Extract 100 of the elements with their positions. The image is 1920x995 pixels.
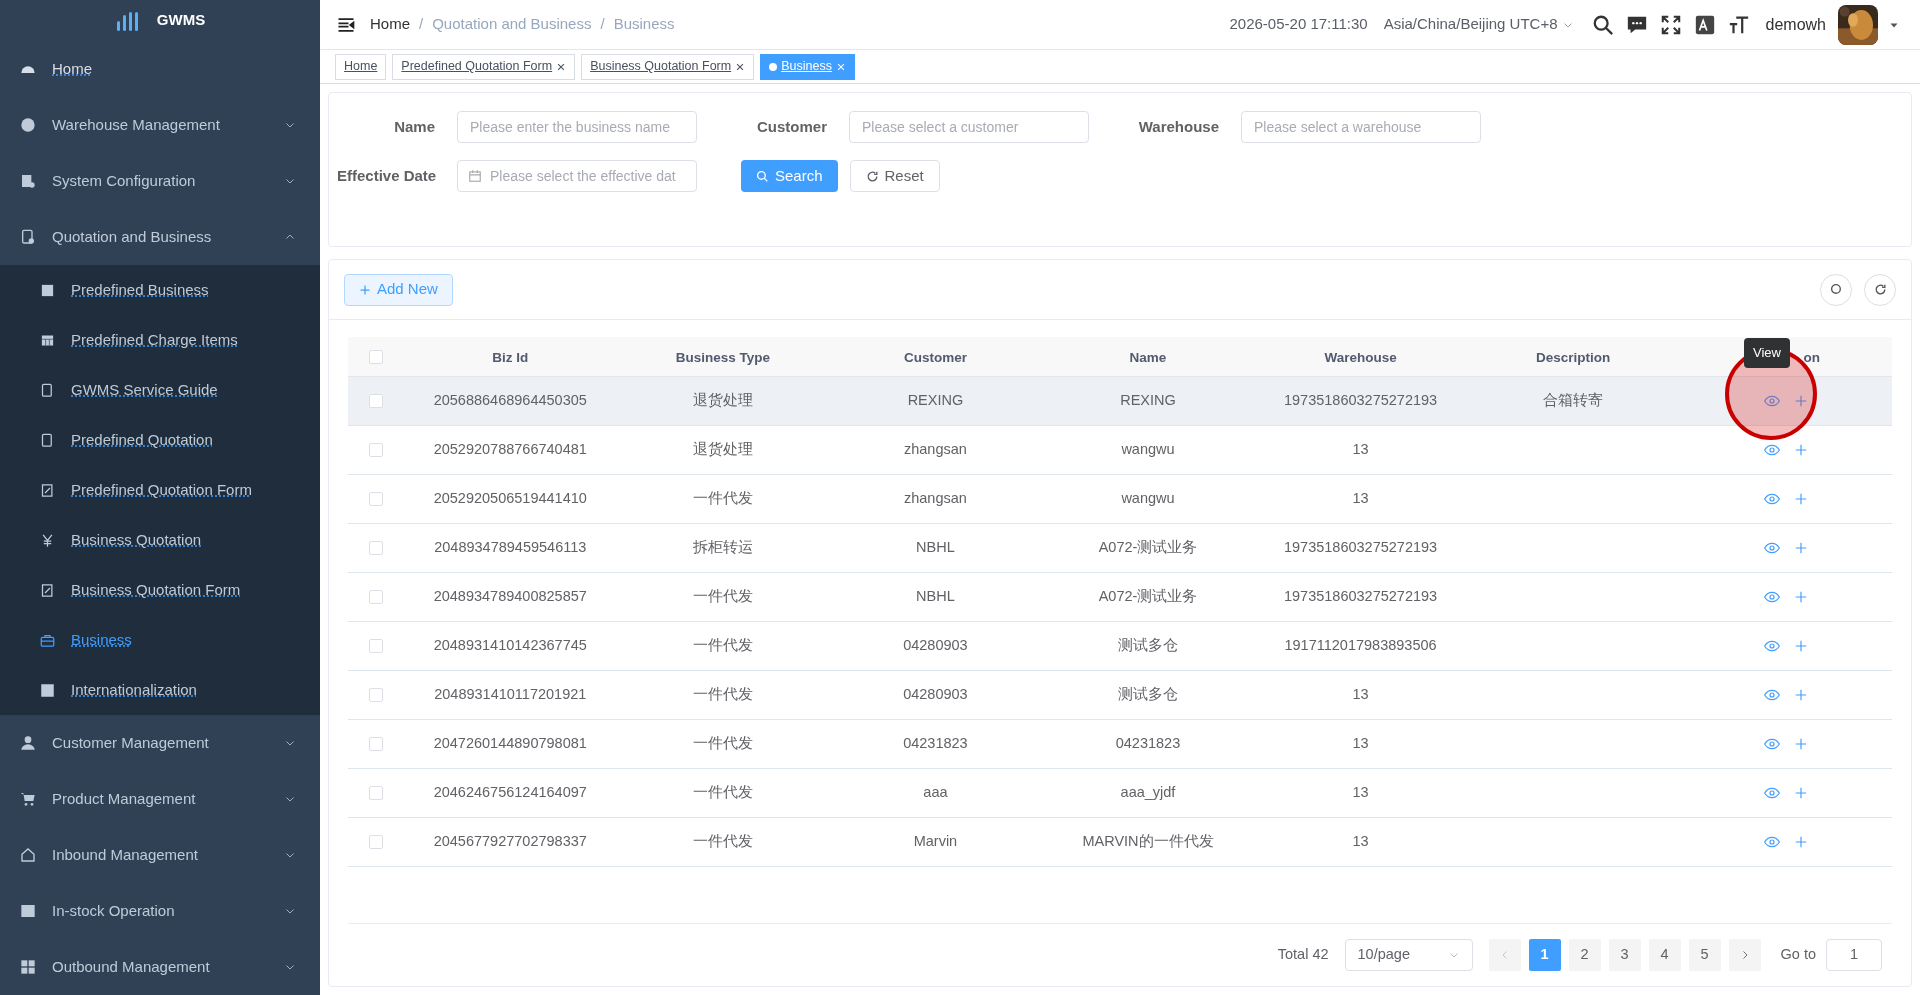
submenu-item[interactable]: Business Quotation Form: [0, 565, 320, 615]
plus-icon[interactable]: [1793, 835, 1808, 849]
table-cell-text: 13: [1351, 734, 1370, 754]
eye-icon[interactable]: [1763, 491, 1780, 507]
tab[interactable]: Business Quotation Form: [581, 53, 755, 80]
table-cell-text: 合箱转寄: [1542, 391, 1605, 411]
eye-icon[interactable]: [1763, 785, 1780, 801]
close-icon[interactable]: [556, 61, 567, 72]
plus-icon[interactable]: [1793, 737, 1808, 751]
page-button[interactable]: 4: [1648, 939, 1681, 971]
table-cell-text: wangwu: [1120, 440, 1176, 460]
submenu-item[interactable]: Predefined Charge Items: [0, 315, 320, 365]
eye-icon[interactable]: [1763, 834, 1780, 850]
table-cell-text: 退货处理: [691, 440, 754, 460]
table-cell-text: MARVIN的一件代发: [1081, 832, 1215, 852]
plus-icon[interactable]: [1793, 394, 1808, 408]
column-header: Description: [1536, 349, 1611, 365]
briefcase-icon: [40, 632, 55, 648]
plus-icon[interactable]: [1793, 492, 1808, 506]
eye-icon[interactable]: [1763, 638, 1780, 654]
fullscreen-icon[interactable]: [1659, 13, 1682, 36]
checkbox[interactable]: [369, 349, 383, 364]
table-cell-text: 2048934789400825857: [432, 587, 588, 607]
next-page-button[interactable]: [1728, 939, 1761, 971]
plus-icon[interactable]: [1793, 786, 1808, 800]
table-cell-text: 一件代发: [691, 734, 754, 754]
table-cell-text: 13: [1351, 440, 1370, 460]
checkbox[interactable]: [369, 394, 383, 408]
table-cell-text: NBHL: [915, 538, 956, 558]
eye-icon[interactable]: [1763, 393, 1780, 409]
table-cell-text: 2046246756124164097: [432, 783, 588, 803]
table-cell-text: 一件代发: [691, 636, 754, 656]
eye-icon[interactable]: [1763, 736, 1780, 752]
column-header: Name: [1129, 349, 1167, 365]
tab[interactable]: Home: [335, 53, 387, 80]
table-cell-text: 04280903: [902, 685, 969, 705]
field-label: Name: [393, 116, 436, 137]
table-cell-text: zhangsan: [902, 489, 968, 509]
table-cell-text: 一件代发: [691, 587, 754, 607]
checkbox[interactable]: [369, 786, 383, 800]
reset-button[interactable]: Reset: [849, 160, 940, 192]
sidebar-item[interactable]: Customer Management: [0, 715, 320, 771]
username: demowh: [1765, 14, 1826, 35]
input-field[interactable]: Please select a customer: [849, 111, 1089, 143]
checkbox[interactable]: [369, 688, 383, 702]
document-icon: [40, 432, 55, 448]
page-button[interactable]: 2: [1568, 939, 1601, 971]
eye-icon[interactable]: [1763, 687, 1780, 703]
table-cell-text: 13: [1351, 783, 1370, 803]
eye-icon[interactable]: [1763, 442, 1780, 458]
close-icon[interactable]: [735, 61, 746, 72]
sidebar-item[interactable]: Quotation and Business: [0, 209, 320, 265]
submenu-item[interactable]: Predefined Quotation Form: [0, 465, 320, 515]
submenu-item[interactable]: GWMS Service Guide: [0, 365, 320, 415]
tab[interactable]: Predefined Quotation Form: [392, 53, 576, 80]
eye-icon[interactable]: [1763, 589, 1780, 605]
plus-icon[interactable]: [1793, 443, 1808, 457]
checkbox[interactable]: [369, 835, 383, 849]
plus-icon[interactable]: [1793, 590, 1808, 604]
sidebar-item[interactable]: Home: [0, 41, 320, 97]
breadcrumb-link[interactable]: Home: [370, 13, 410, 36]
table-cell-text: 测试多仓: [1117, 685, 1179, 705]
checkbox[interactable]: [369, 737, 383, 751]
sidebar-item[interactable]: In-stock Operation: [0, 883, 320, 939]
timezone-select[interactable]: Asia/China/Beijing UTC+8: [1383, 13, 1574, 36]
submenu-item[interactable]: Business Quotation: [0, 515, 320, 565]
date-field[interactable]: Please select the effective dat: [457, 160, 697, 192]
edit-icon: [40, 582, 55, 598]
eye-icon[interactable]: [1763, 540, 1780, 556]
input-field[interactable]: Please select a warehouse: [1241, 111, 1481, 143]
field-label: Warehouse: [1137, 116, 1220, 137]
submenu-item[interactable]: Internationalization: [0, 665, 320, 715]
sidebar-item[interactable]: Warehouse Management: [0, 97, 320, 153]
page-button[interactable]: 3: [1608, 939, 1641, 971]
checkbox[interactable]: [369, 639, 383, 653]
input-field[interactable]: Please enter the business name: [457, 111, 697, 143]
sidebar-item[interactable]: Outbound Management: [0, 939, 320, 995]
submenu-item[interactable]: Predefined Quotation: [0, 415, 320, 465]
table-cell-text: 04231823: [1114, 734, 1182, 754]
table-cell-text: A072-测试业务: [1097, 587, 1199, 607]
checkbox[interactable]: [369, 541, 383, 555]
checkbox[interactable]: [369, 443, 383, 457]
plus-icon[interactable]: [1793, 688, 1808, 702]
submenu-item[interactable]: Predefined Business: [0, 265, 320, 315]
page-button[interactable]: 5: [1688, 939, 1721, 971]
sidebar-item[interactable]: Inbound Management: [0, 827, 320, 883]
refresh-icon: [1873, 283, 1887, 296]
checkbox[interactable]: [369, 492, 383, 506]
sidebar-item[interactable]: Product Management: [0, 771, 320, 827]
table-cell-text: 2056886468964450305: [432, 391, 588, 411]
sidebar-item[interactable]: System Configuration: [0, 153, 320, 209]
plus-icon[interactable]: [1793, 639, 1808, 653]
plus-icon[interactable]: [1793, 541, 1808, 555]
checkbox[interactable]: [369, 590, 383, 604]
page-size-select[interactable]: 10/page: [1344, 939, 1473, 971]
table-cell-text: aaa: [922, 783, 949, 803]
page-jump-field[interactable]: 1: [1826, 939, 1882, 971]
table-cell-text: 13: [1351, 685, 1370, 705]
table-cell-text: 一件代发: [691, 783, 754, 803]
submenu-item[interactable]: Business: [0, 615, 320, 665]
